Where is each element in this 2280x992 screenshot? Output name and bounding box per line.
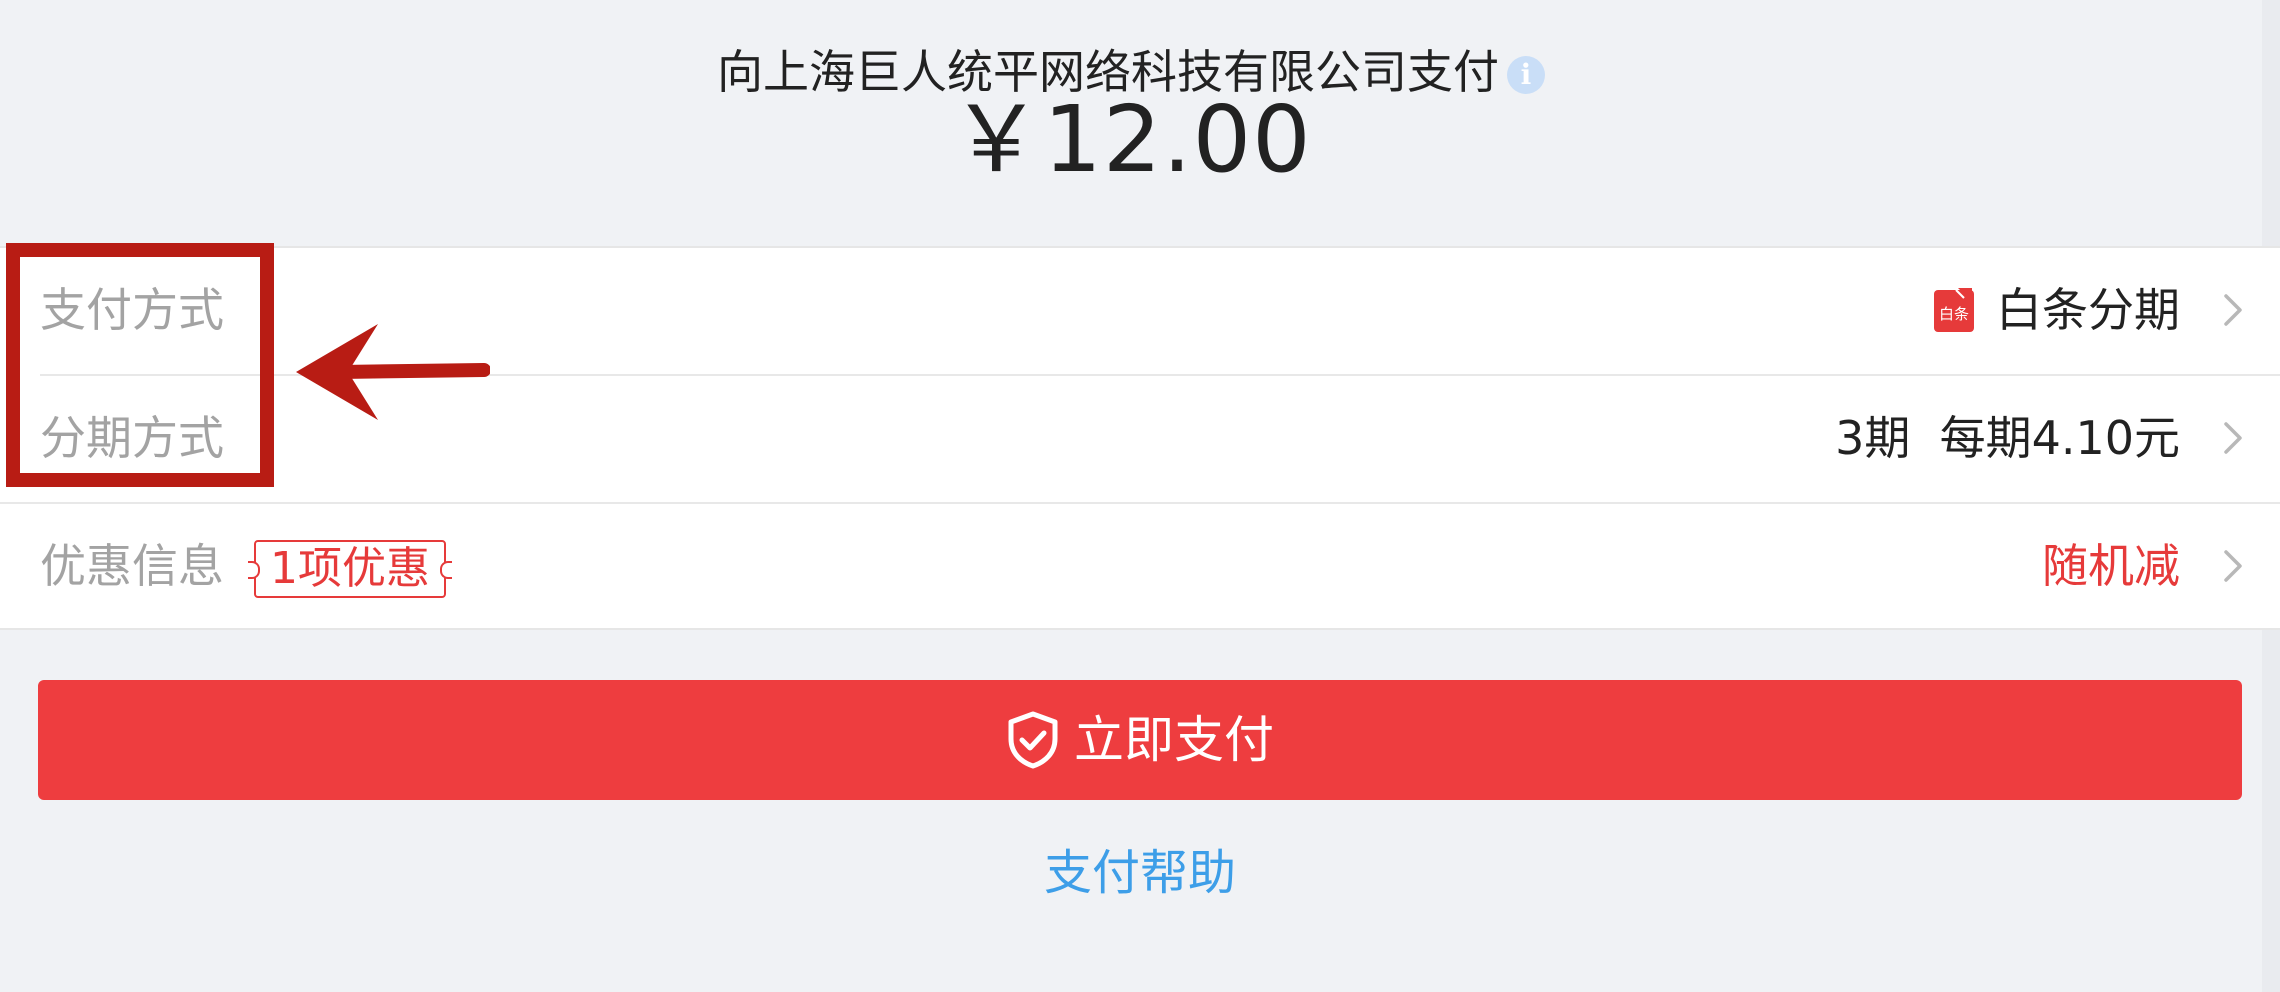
payment-options-card: 支付方式 白条 白条分期 分期方式 3期 每期4.10元 优惠信息 1项优惠 随… <box>0 246 2280 630</box>
chevron-right-icon <box>2224 422 2242 454</box>
pay-now-button[interactable]: 立即支付 <box>38 680 2242 800</box>
arrow-left-icon <box>296 324 490 420</box>
annotation-highlight-box <box>6 243 274 487</box>
promotion-value: 随机减 <box>2042 539 2180 593</box>
row-promotion[interactable]: 优惠信息 1项优惠 随机减 <box>0 504 2280 628</box>
chevron-right-icon <box>2224 294 2242 326</box>
chevron-right-icon <box>2224 550 2242 582</box>
installment-value: 3期 每期4.10元 <box>1835 411 2180 465</box>
promotion-label: 优惠信息 <box>40 539 224 593</box>
pay-now-label: 立即支付 <box>1074 711 1274 769</box>
promotion-badge: 1项优惠 <box>248 540 452 598</box>
payment-method-value: 白条 白条分期 <box>1934 248 2180 372</box>
payment-header: 向上海巨人统平网络科技有限公司支付 i ￥12.00 <box>0 0 2262 246</box>
payment-help-link[interactable]: 支付帮助 <box>0 838 2280 908</box>
shield-check-icon <box>1008 711 1058 769</box>
payment-amount: ￥12.00 <box>950 86 1312 193</box>
payment-method-value-text: 白条分期 <box>1996 283 2180 337</box>
baitiao-logo-text: 白条 <box>1939 305 1969 323</box>
baitiao-logo: 白条 <box>1934 288 1974 332</box>
